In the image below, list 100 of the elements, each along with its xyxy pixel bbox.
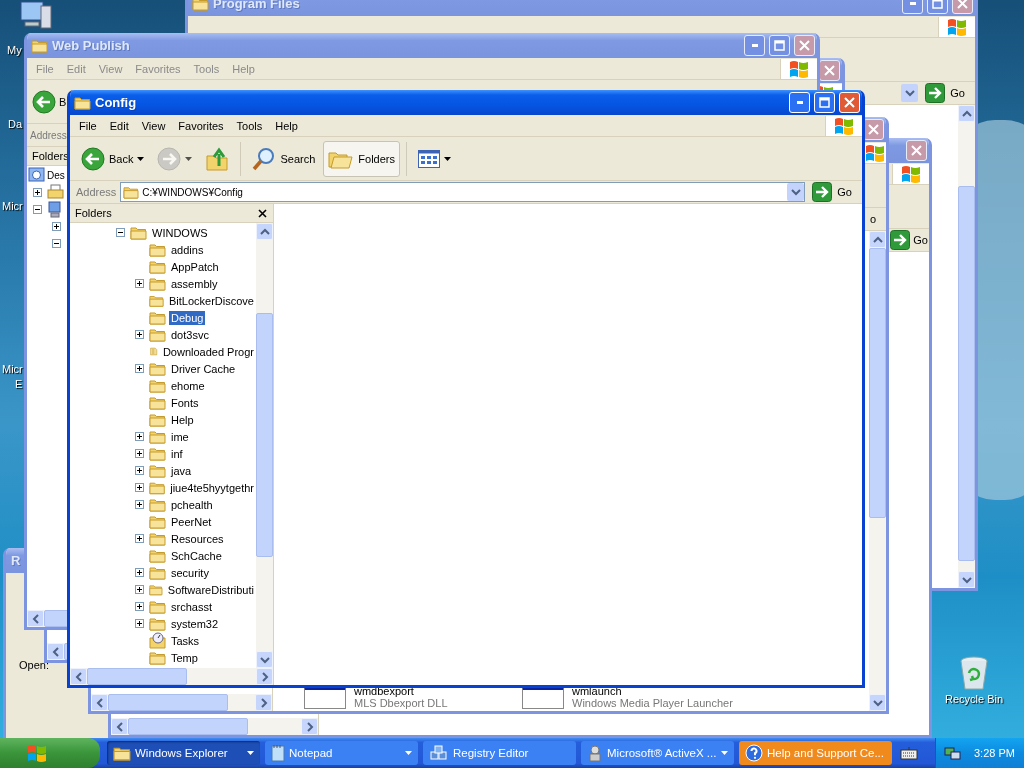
tree-item[interactable]: Driver Cache — [169, 361, 238, 376]
scroll-up-button[interactable] — [869, 231, 886, 248]
go-button[interactable]: Go — [890, 230, 929, 250]
scroll-up-button[interactable] — [256, 223, 273, 240]
expand-toggle[interactable] — [135, 432, 144, 441]
scroll-right-button[interactable] — [255, 694, 272, 711]
expand-toggle[interactable] — [135, 279, 144, 288]
close-icon[interactable] — [258, 208, 267, 218]
menu-item[interactable]: Edit — [104, 119, 137, 132]
scroll-right-button[interactable] — [301, 718, 318, 735]
tree-item[interactable]: AppPatch — [169, 259, 221, 274]
scroll-left-button[interactable] — [27, 610, 44, 627]
expand-toggle[interactable] — [135, 500, 144, 509]
tree-item[interactable]: jiue4te5hyytgethr — [168, 480, 256, 495]
network-icon[interactable] — [944, 745, 962, 761]
start-button[interactable] — [0, 738, 100, 768]
menu-item[interactable]: Tools — [231, 119, 271, 132]
taskbar-button[interactable]: Registry Editor — [423, 741, 576, 765]
minimize-button[interactable] — [744, 35, 765, 56]
dropdown-button[interactable] — [901, 84, 919, 102]
collapse-toggle[interactable] — [33, 205, 42, 214]
tree-item[interactable]: pchealth — [169, 497, 215, 512]
scroll-down-button[interactable] — [869, 694, 886, 711]
expand-toggle[interactable] — [135, 483, 144, 492]
search-button[interactable]: Search — [247, 140, 321, 177]
collapse-toggle[interactable] — [52, 239, 61, 248]
menu-item[interactable]: Help — [270, 119, 306, 132]
menu-item[interactable]: File — [74, 119, 105, 132]
address-field[interactable]: C:¥WINDOWS¥Config — [120, 182, 806, 202]
tree-item[interactable]: Fonts — [169, 395, 201, 410]
close-button[interactable] — [863, 119, 884, 140]
tree-item[interactable]: srchasst — [169, 599, 214, 614]
go-button[interactable]: Go — [809, 182, 862, 202]
tree-item[interactable]: PeerNet — [169, 514, 214, 529]
scrollbar-thumb[interactable] — [869, 248, 886, 518]
taskbar-button[interactable]: Windows Explorer — [107, 741, 260, 765]
tree-item[interactable]: Help — [169, 412, 196, 427]
scrollbar-thumb[interactable] — [108, 694, 228, 711]
scroll-left-button[interactable] — [47, 643, 64, 660]
desktop-icon-label[interactable]: My — [7, 44, 22, 57]
scroll-left-button[interactable] — [111, 718, 128, 735]
back-button[interactable]: Back — [76, 140, 150, 177]
desktop-icon-label[interactable]: Micr — [2, 363, 23, 376]
expand-toggle[interactable] — [135, 568, 144, 577]
maximize-button[interactable] — [769, 35, 790, 56]
expand-toggle[interactable] — [135, 585, 144, 594]
expand-toggle[interactable] — [52, 222, 61, 231]
menu-item[interactable]: View — [136, 119, 174, 132]
tree-item[interactable]: WINDOWS — [150, 225, 210, 240]
tree-item[interactable]: Debug — [169, 310, 206, 325]
menu-item[interactable]: Favorites — [173, 119, 232, 132]
scrollbar-thumb[interactable] — [958, 186, 975, 561]
file-name[interactable]: wmlaunch — [572, 685, 733, 697]
taskbar-button[interactable]: Microsoft® ActiveX ... — [581, 741, 734, 765]
tree-item[interactable]: Temp — [169, 650, 200, 665]
taskbar-button[interactable]: Notepad — [265, 741, 418, 765]
tree-item[interactable]: ehome — [169, 378, 207, 393]
tree-item[interactable]: Resources — [169, 531, 226, 546]
scrollbar-thumb[interactable] — [128, 718, 248, 735]
expand-toggle[interactable] — [135, 602, 144, 611]
scroll-left-button[interactable] — [91, 694, 108, 711]
tree-item[interactable]: security — [169, 565, 211, 580]
tree-item[interactable]: Des — [47, 169, 65, 182]
folders-button[interactable]: Folders — [323, 140, 400, 177]
scroll-right-button[interactable] — [256, 668, 273, 685]
desktop-icon-label[interactable]: E — [15, 378, 23, 391]
tree-item[interactable]: ime — [169, 429, 191, 444]
scroll-up-button[interactable] — [958, 105, 975, 122]
desktop-icon-label[interactable]: Da — [8, 118, 23, 131]
scrollbar-thumb[interactable] — [256, 313, 273, 557]
keyboard-icon[interactable] — [900, 746, 918, 760]
go-button[interactable]: o — [866, 209, 886, 229]
tree-item[interactable]: BitLockerDiscove — [167, 293, 256, 308]
scroll-down-button[interactable] — [958, 571, 975, 588]
expand-toggle[interactable] — [135, 466, 144, 475]
tree-item[interactable]: SoftwareDistributi — [165, 582, 256, 597]
desktop-icon-label[interactable]: Micr — [2, 200, 23, 213]
tree-item[interactable]: dot3svc — [169, 327, 211, 342]
clock[interactable]: 3:28 PM — [974, 747, 1015, 759]
tree-item[interactable]: system32 — [169, 616, 221, 631]
expand-toggle[interactable] — [135, 534, 144, 543]
back-button[interactable]: B — [31, 83, 68, 120]
expand-toggle[interactable] — [33, 188, 42, 197]
tree-item[interactable]: Downloaded Progr — [160, 344, 256, 359]
dropdown-button[interactable] — [787, 183, 805, 201]
scrollbar-thumb[interactable] — [87, 668, 187, 685]
expand-toggle[interactable] — [135, 364, 144, 373]
scroll-left-button[interactable] — [70, 668, 87, 685]
tree-item[interactable]: Tasks — [169, 633, 202, 648]
go-button[interactable]: Go — [922, 83, 975, 103]
tree-item[interactable]: inf — [169, 446, 185, 461]
expand-toggle[interactable] — [135, 330, 144, 339]
file-name[interactable]: wmdbexport — [354, 685, 448, 697]
tree-item[interactable]: addins — [169, 242, 206, 257]
collapse-toggle[interactable] — [116, 228, 125, 237]
tree-item[interactable]: assembly — [169, 276, 220, 291]
expand-toggle[interactable] — [135, 619, 144, 628]
tree-item[interactable]: java — [169, 463, 194, 478]
expand-toggle[interactable] — [135, 449, 144, 458]
scroll-down-button[interactable] — [256, 651, 273, 668]
